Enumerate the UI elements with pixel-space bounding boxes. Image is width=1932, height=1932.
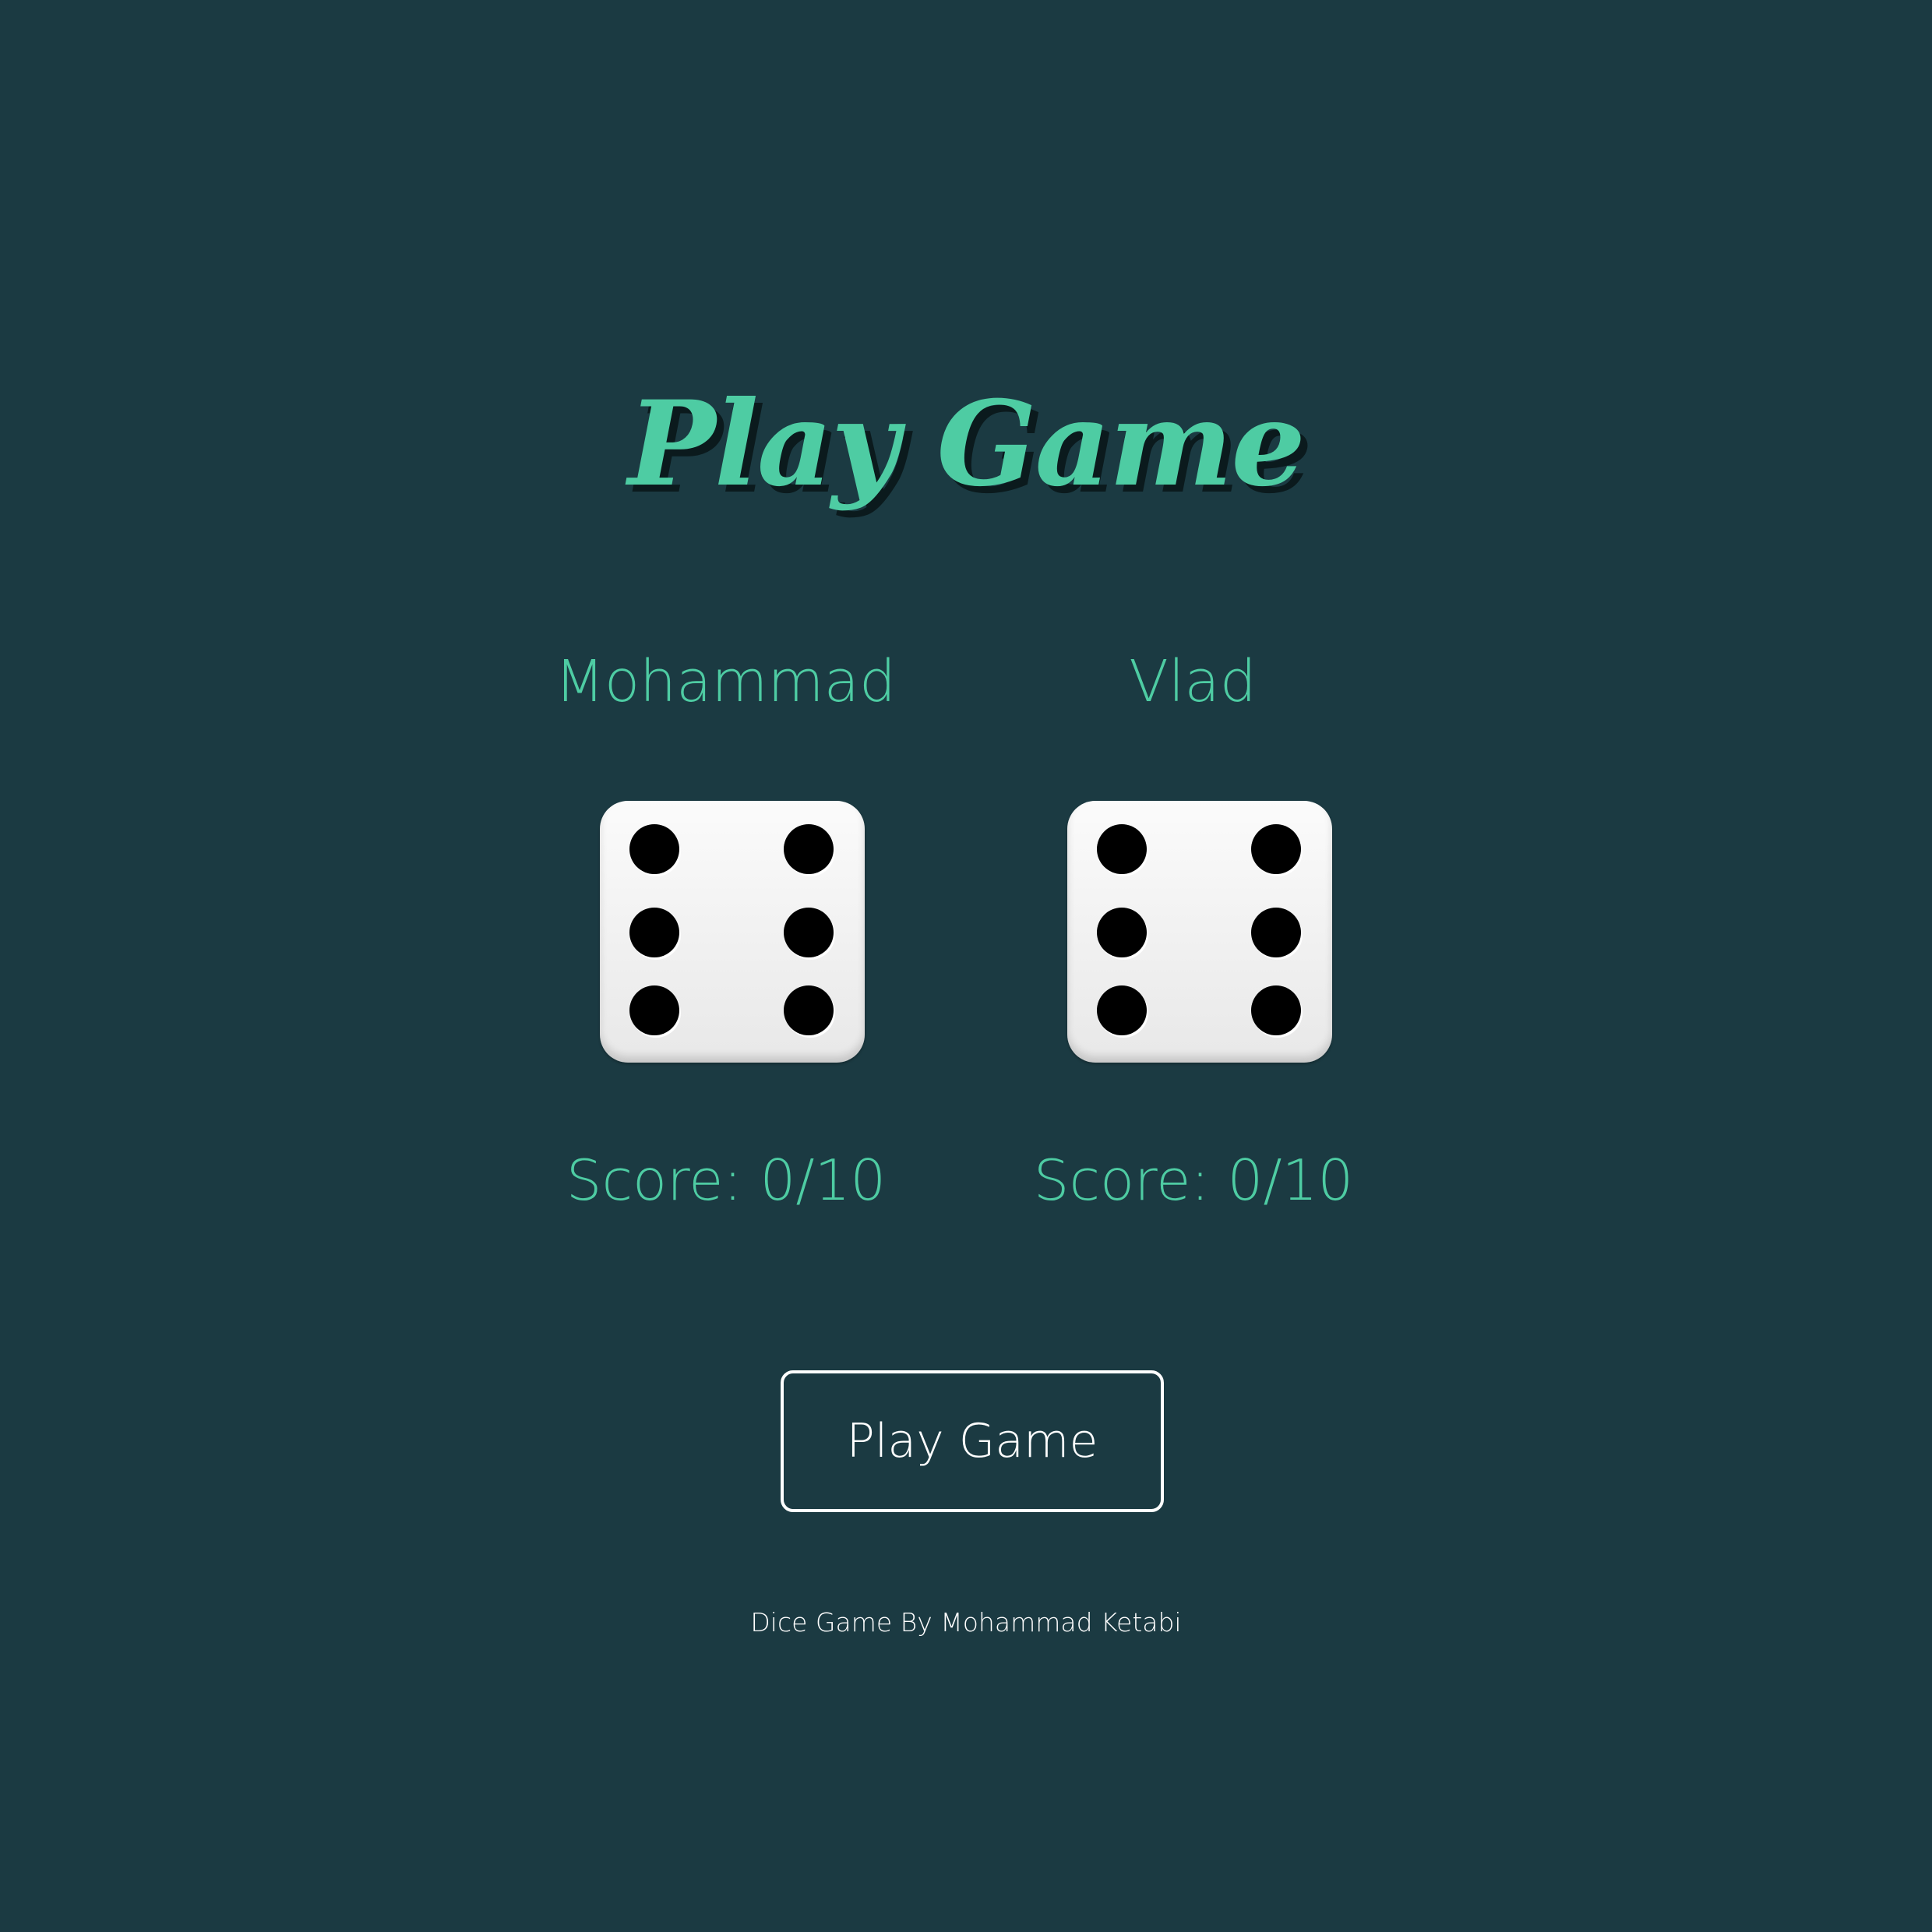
dice-pip: [1251, 985, 1301, 1035]
dice-pip: [629, 908, 679, 957]
player-two-dice-six-icon: [1067, 801, 1332, 1063]
dice-pip: [784, 908, 834, 957]
dice-pip: [784, 985, 834, 1035]
footer-credit: Dice Game By Mohammad Ketabi: [750, 1607, 1182, 1638]
dice-pip: [1097, 985, 1147, 1035]
play-game-button[interactable]: Play Game: [781, 1370, 1164, 1512]
player-two-score: Score: 0/10: [1033, 1148, 1354, 1213]
dice-pip: [1251, 824, 1301, 874]
player-one-name: Mohammad: [555, 648, 896, 715]
page-title: Play Game: [628, 375, 1306, 513]
dice-pip: [1097, 908, 1147, 957]
player-one-dice-six-icon: [600, 801, 865, 1063]
player-one-score: Score: 0/10: [566, 1148, 887, 1213]
dice-pip: [1251, 908, 1301, 957]
dice-pip: [1097, 824, 1147, 874]
dice-pip: [784, 824, 834, 874]
player-two-name: Vlad: [1129, 648, 1257, 715]
dice-pip: [629, 824, 679, 874]
dice-pip: [629, 985, 679, 1035]
